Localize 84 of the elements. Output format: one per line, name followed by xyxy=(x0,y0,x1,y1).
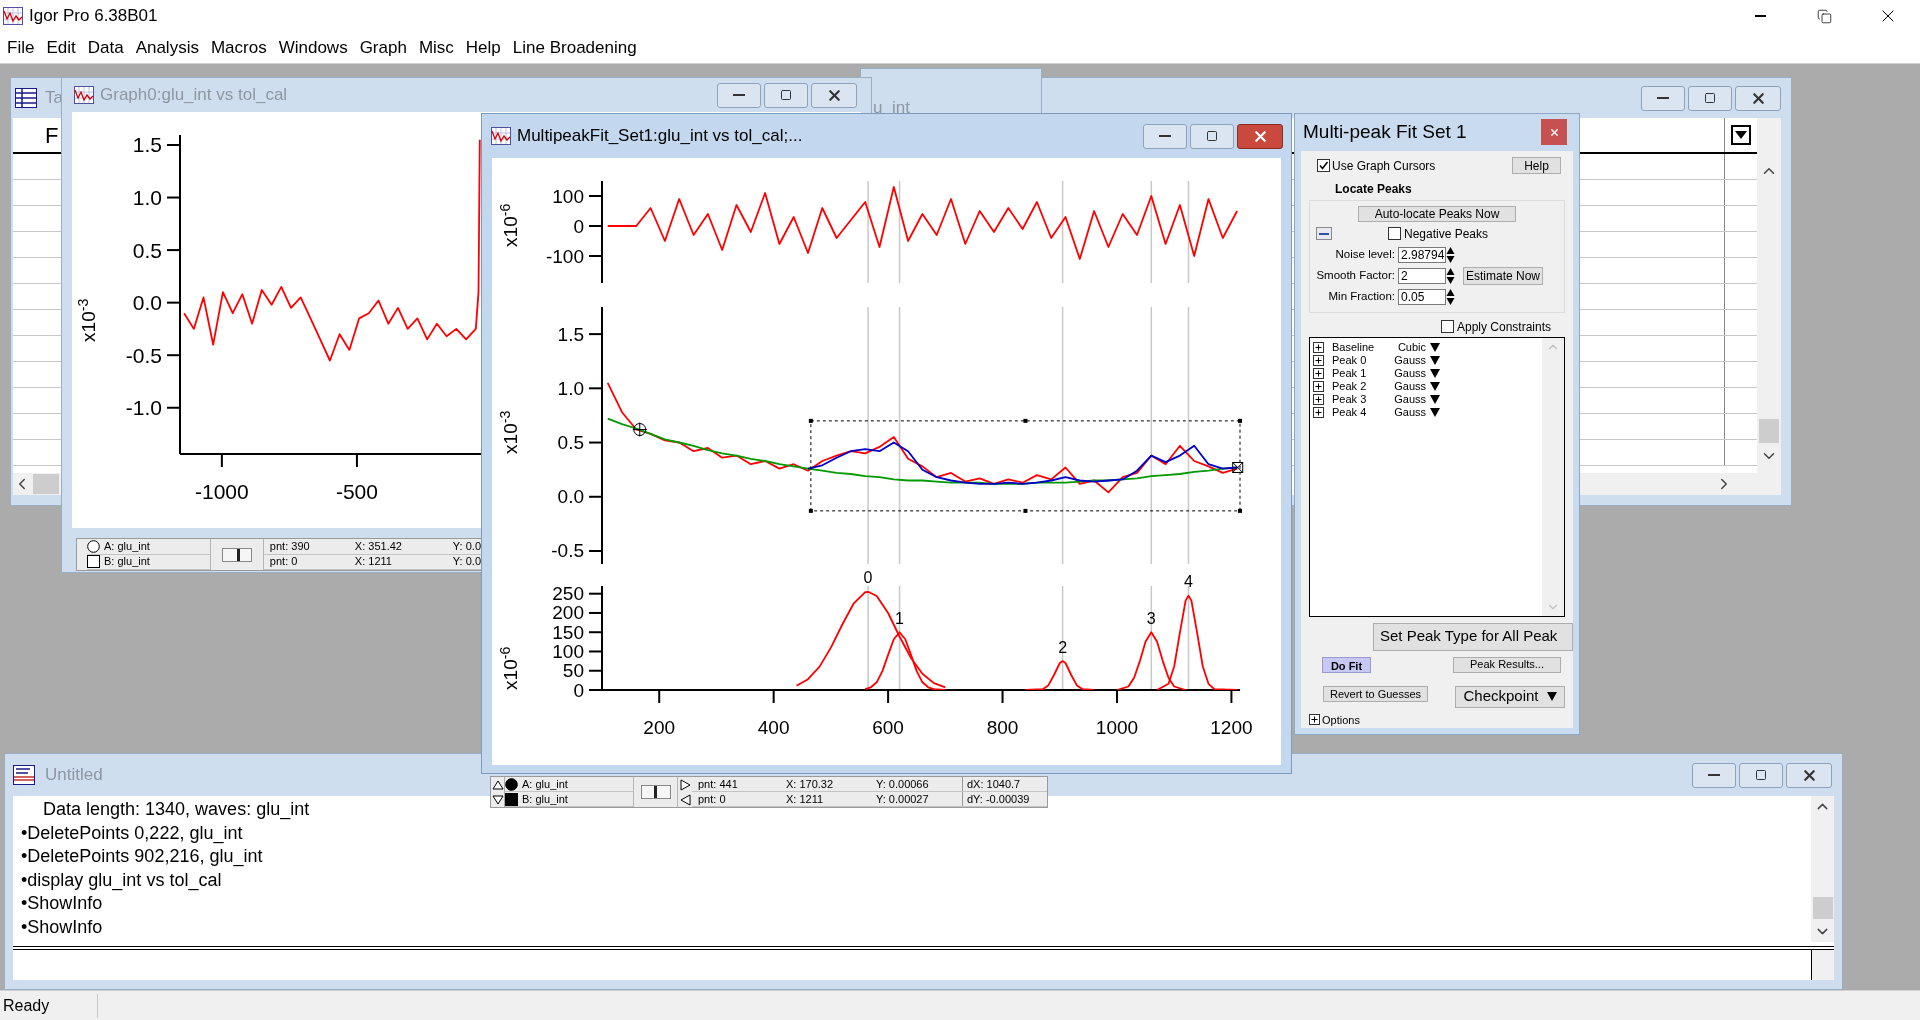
peak-name: Baseline xyxy=(1331,339,1376,355)
panel-title: Multi-peak Fit Set 1 xyxy=(1303,120,1467,144)
window-title: Graph0:glu_int vs tol_cal xyxy=(100,84,288,107)
tick-label: 400 xyxy=(757,716,790,738)
tick-label: 1000 xyxy=(1095,716,1139,738)
section-title: Locate Peaks xyxy=(1334,180,1413,198)
cursor-y-value: Y: 0.0 xyxy=(452,540,481,552)
tick-label: 100 xyxy=(552,185,584,207)
tick-label: -500 xyxy=(335,479,378,503)
cursor-label: A: glu_int xyxy=(104,540,150,552)
tick-label: 0.5 xyxy=(557,432,584,454)
peak-name: Peak 2 xyxy=(1331,378,1368,394)
peak-type: Gauss xyxy=(1393,391,1426,407)
output-line: Data length: 1340, waves: glu_int xyxy=(43,798,310,822)
tick-label: 150 xyxy=(552,621,584,643)
cursor-y-value: Y: 0.0 xyxy=(452,556,481,568)
cursor-x-value: X: 351.42 xyxy=(354,540,403,552)
tick-label: 0 xyxy=(573,679,584,701)
checkbox-label: Use Graph Cursors xyxy=(1332,157,1436,175)
tick-label: 1.5 xyxy=(132,133,162,157)
status-text: Ready xyxy=(0,993,98,1018)
peak-type: Gauss xyxy=(1393,352,1426,368)
cursor-y-value: Y: 0.00066 xyxy=(876,778,930,790)
peak-name: Peak 1 xyxy=(1331,365,1368,381)
cursor-x-value: X: 1211 xyxy=(786,793,825,805)
cursor-y-value: Y: 0.00027 xyxy=(876,793,930,805)
tick-label: 0.5 xyxy=(132,238,162,262)
tick-label: 600 xyxy=(872,716,904,738)
peak-label: 4 xyxy=(1184,573,1193,591)
command-line: •display glu_int vs tol_cal xyxy=(21,868,222,892)
tick-label: 800 xyxy=(986,716,1019,738)
cursor-point: pnt: 441 xyxy=(698,778,739,790)
field-label: Noise level: xyxy=(1334,247,1396,263)
field-label: Min Fraction: xyxy=(1327,289,1396,305)
tick-label: -1.0 xyxy=(125,396,162,420)
checkbox-label: Negative Peaks xyxy=(1404,225,1489,243)
checkbox-label: Apply Constraints xyxy=(1456,318,1551,336)
peak-type: Cubic xyxy=(1396,339,1426,355)
tick-label: -1000 xyxy=(195,479,249,503)
cursor-label: A: glu_int xyxy=(522,778,568,790)
command-line: •DeletePoints 902,216, glu_int xyxy=(21,845,263,869)
tick-label: 50 xyxy=(562,660,584,682)
tick-label: 0.0 xyxy=(132,291,162,315)
peak-label: 2 xyxy=(1058,638,1068,656)
cursor-point: pnt: 0 xyxy=(698,793,727,805)
tick-label: 0.0 xyxy=(557,486,584,508)
peak-type: Gauss xyxy=(1393,404,1426,420)
tick-label: 200 xyxy=(552,602,584,624)
cursor-label: B: glu_int xyxy=(522,793,568,805)
tick-label: 1.5 xyxy=(557,323,584,345)
peak-type: Gauss xyxy=(1393,365,1426,381)
tick-label: 0 xyxy=(573,215,584,237)
tick-label: 1.0 xyxy=(557,377,584,399)
options-label: Options xyxy=(1322,712,1360,728)
peak-name: Peak 4 xyxy=(1331,404,1368,420)
field-label: Smooth Factor: xyxy=(1315,268,1396,284)
tick-label: 1.0 xyxy=(132,186,162,210)
app-title: Igor Pro 6.38B01 xyxy=(29,5,158,28)
cursor-delta: dY: -0.00039 xyxy=(962,792,1047,806)
cursor-point: pnt: 390 xyxy=(269,540,311,552)
column-header: F xyxy=(45,121,59,150)
command-line: •ShowInfo xyxy=(21,915,103,939)
peak-label: 0 xyxy=(863,569,873,587)
cursor-x-value: X: 170.32 xyxy=(786,778,835,790)
cursor-delta: dX: 1040.7 xyxy=(962,777,1047,791)
command-line: •ShowInfo xyxy=(21,892,103,915)
peak-name: Peak 0 xyxy=(1331,352,1368,368)
tick-label: -0.5 xyxy=(125,343,162,367)
command-line: •DeletePoints 0,222, glu_int xyxy=(21,821,243,845)
peak-type: Gauss xyxy=(1393,378,1426,394)
tick-label: 200 xyxy=(643,716,676,738)
tick-label: 100 xyxy=(552,641,584,662)
cursor-label: B: glu_int xyxy=(104,556,150,568)
tick-label: 250 xyxy=(552,583,584,605)
cursor-x-value: X: 1211 xyxy=(354,556,393,568)
peak-name: Peak 3 xyxy=(1331,391,1368,407)
tick-label: -100 xyxy=(545,245,584,267)
cursor-point: pnt: 0 xyxy=(269,556,299,568)
tick-label: -0.5 xyxy=(551,540,584,562)
peak-label: 1 xyxy=(895,609,904,627)
tick-label: 1200 xyxy=(1210,716,1253,738)
peak-label: 3 xyxy=(1146,609,1156,627)
window-title: MultipeakFit_Set1:glu_int vs tol_cal;... xyxy=(517,125,803,148)
window-title: Untitled xyxy=(45,764,103,787)
